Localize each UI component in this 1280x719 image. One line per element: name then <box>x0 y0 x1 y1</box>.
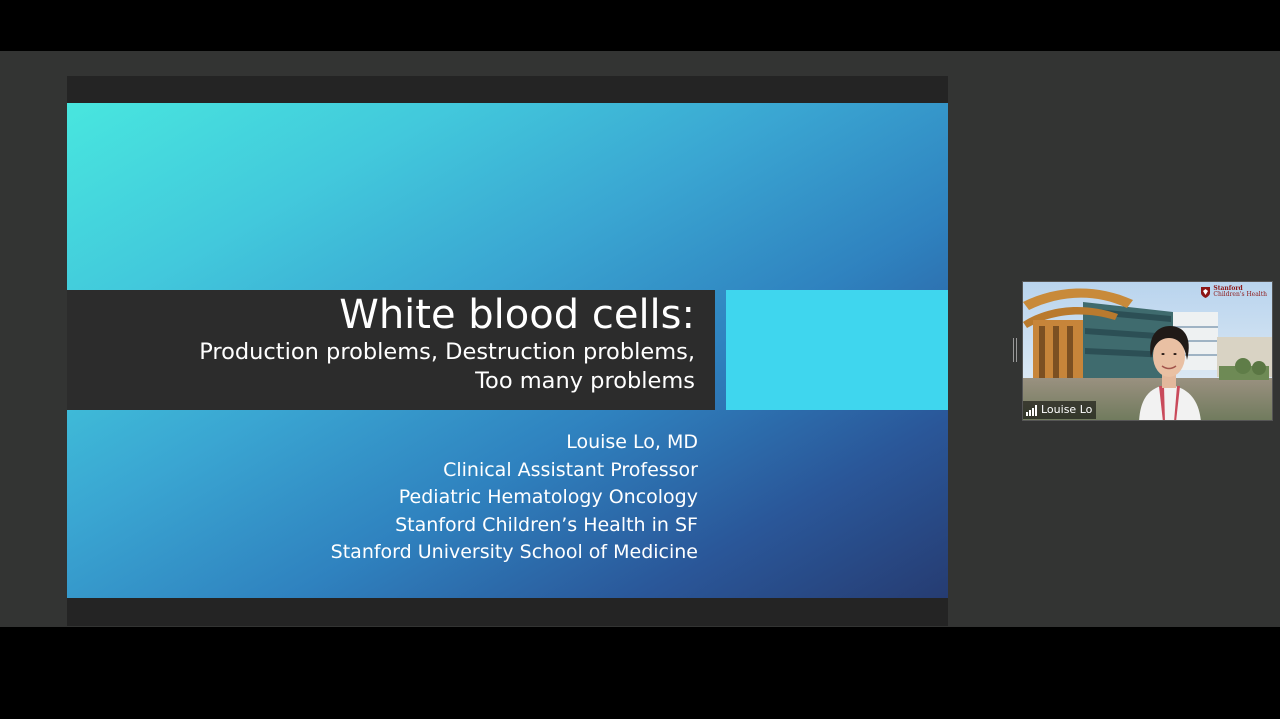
screen: White blood cells: Production problems, … <box>0 0 1280 719</box>
author-division: Pediatric Hematology Oncology <box>398 486 698 508</box>
author-institution: Stanford Children’s Health in SF <box>395 513 698 536</box>
stanford-childrens-logo: Stanford Children's Health <box>1201 286 1267 298</box>
author-school: Stanford University School of Medicine <box>330 541 698 563</box>
shield-icon <box>1201 286 1211 298</box>
signal-strength-icon <box>1026 404 1037 416</box>
author-position: Clinical Assistant Professor <box>443 458 698 481</box>
slide-title-band: White blood cells: Production problems, … <box>67 290 715 410</box>
slide-subtitle-line-2: Too many problems <box>475 368 695 394</box>
slide-subtitle-line-1: Production problems, Destruction problem… <box>199 339 695 365</box>
presentation-slide: White blood cells: Production problems, … <box>67 103 948 598</box>
slide-title: White blood cells: <box>339 292 695 338</box>
participant-name: Louise Lo <box>1041 403 1093 416</box>
logo-wordmark: Stanford Children's Health <box>1213 286 1267 298</box>
participant-name-label: Louise Lo <box>1023 401 1097 419</box>
participant-video-tile[interactable]: Stanford Children's Health Louise Lo <box>1022 281 1273 421</box>
logo-line-2: Children's Health <box>1213 291 1267 298</box>
video-panel-drag-handle[interactable] <box>1013 338 1018 362</box>
slide-title-block: White blood cells: Production problems, … <box>199 292 695 396</box>
author-name: Louise Lo, MD <box>566 431 698 453</box>
slide-accent-block <box>726 290 948 410</box>
slide-author-block: Louise Lo, MD Clinical Assistant Profess… <box>331 429 698 567</box>
